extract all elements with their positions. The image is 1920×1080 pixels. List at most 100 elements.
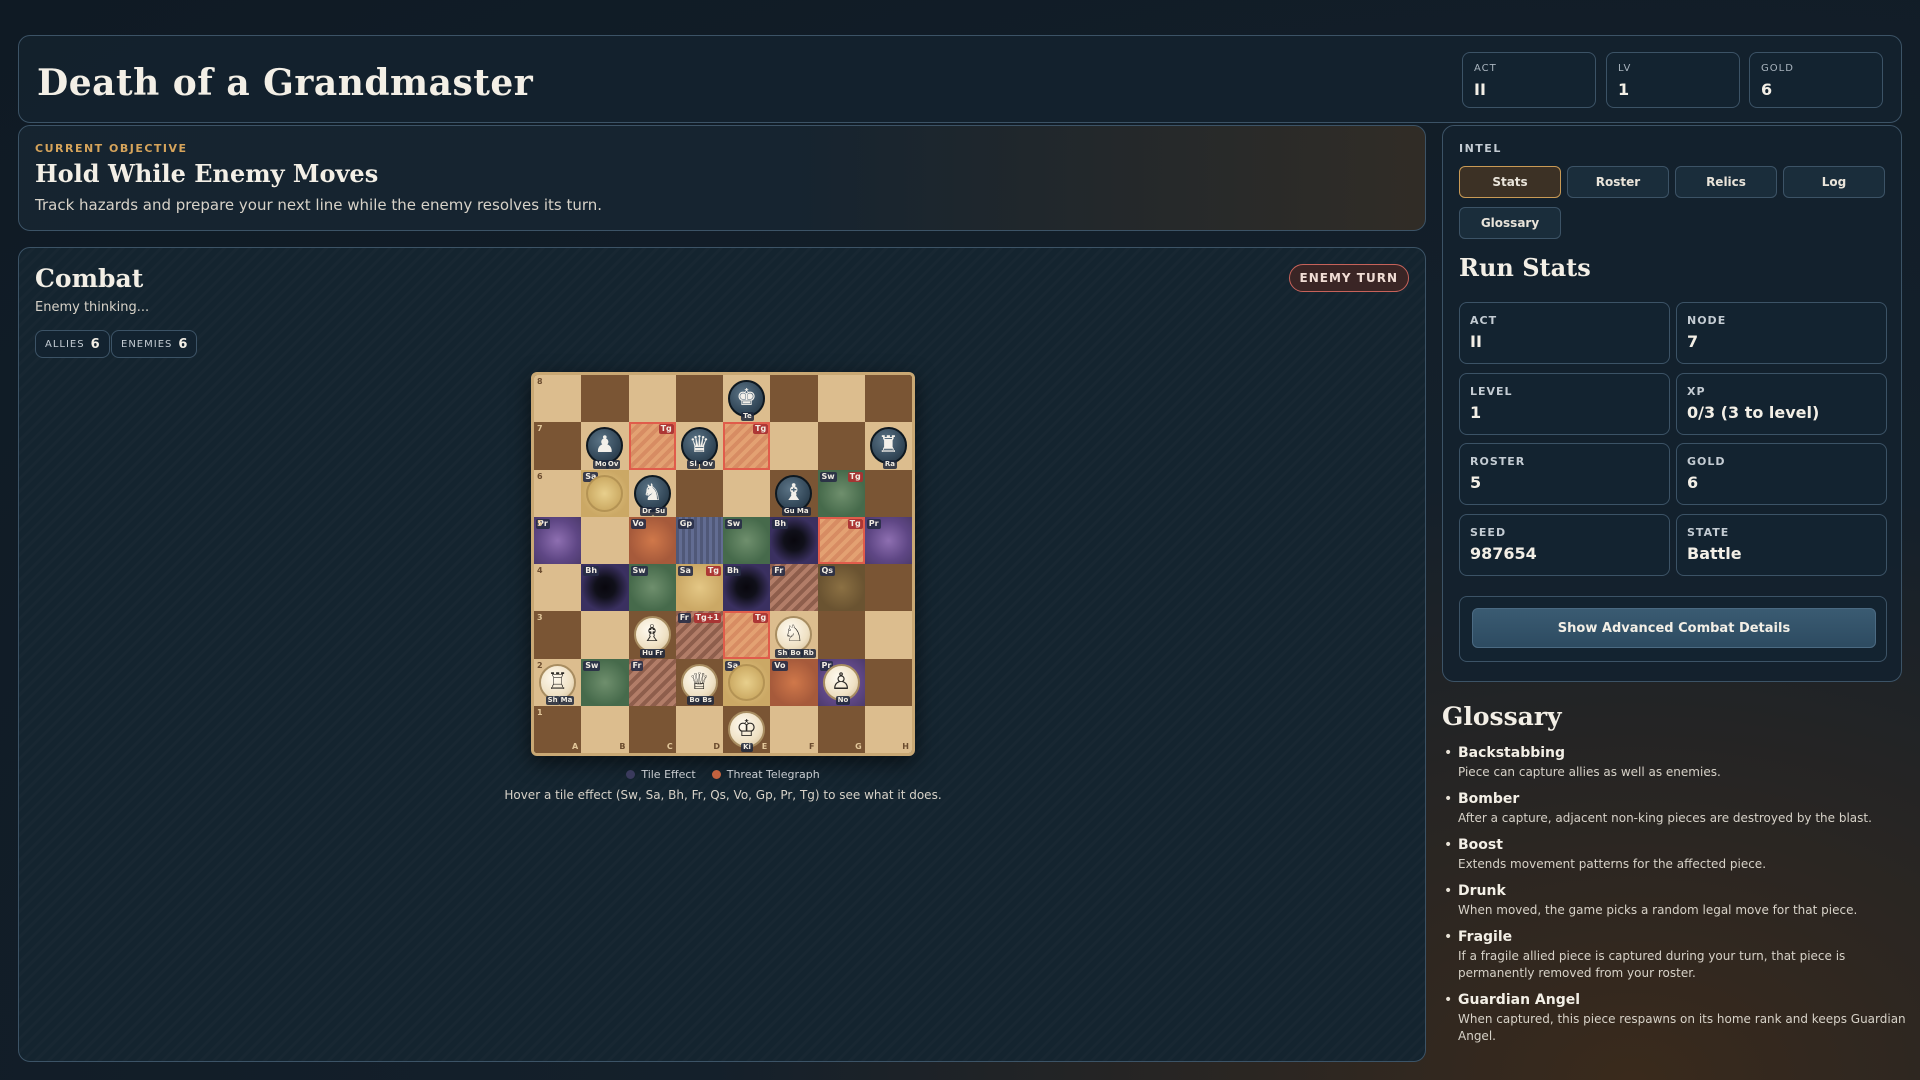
board-square-d1[interactable]: D xyxy=(675,705,723,753)
enemy-piece-b7[interactable]: ♟ xyxy=(586,427,624,465)
board-square-g2[interactable]: Pr ♙ No xyxy=(817,658,865,706)
board-square-e5[interactable]: Sw xyxy=(723,516,771,564)
board-square-d5[interactable]: Gp xyxy=(675,516,723,564)
board-square-g5[interactable]: Tg xyxy=(817,516,865,564)
board-square-g3[interactable] xyxy=(817,611,865,659)
board-square-b3[interactable] xyxy=(581,611,629,659)
board-square-c7[interactable]: Tg xyxy=(628,422,676,470)
board-square-d3[interactable]: Fr Tg+1 xyxy=(675,611,723,659)
ally-piece-f3[interactable]: ♘ xyxy=(775,616,813,654)
piece-modifier-badge: Rb xyxy=(801,648,816,658)
board-square-f7[interactable] xyxy=(770,422,818,470)
enemy-piece-d7[interactable]: ♛ xyxy=(680,427,718,465)
board-square-a8[interactable]: 8 xyxy=(534,375,582,423)
board-square-d6[interactable] xyxy=(675,469,723,517)
board-square-d7[interactable]: ♛ Sl Ov xyxy=(675,422,723,470)
board-square-b5[interactable] xyxy=(581,516,629,564)
board-square-a6[interactable]: 6 xyxy=(534,469,582,517)
tile-effect-dot xyxy=(626,770,636,779)
board-square-c5[interactable]: Vo xyxy=(628,516,676,564)
board-square-c3[interactable]: ♗ Hu Fr xyxy=(628,611,676,659)
board-square-g7[interactable] xyxy=(817,422,865,470)
board-square-a4[interactable]: 4 xyxy=(534,564,582,612)
enemy-piece-c6[interactable]: ♞ xyxy=(633,474,671,512)
header-stat-gold: GOLD 6 xyxy=(1749,52,1883,108)
board-square-h7[interactable]: ♜ Ra xyxy=(864,422,912,470)
tab-glossary[interactable]: Glossary xyxy=(1459,207,1561,239)
ally-piece-g2[interactable]: ♙ xyxy=(822,663,860,701)
board-square-c4[interactable]: Sw xyxy=(628,564,676,612)
tab-log[interactable]: Log xyxy=(1783,166,1885,198)
board-square-b8[interactable] xyxy=(581,375,629,423)
board-square-e6[interactable] xyxy=(723,469,771,517)
enemy-piece-f6[interactable]: ♝ xyxy=(775,474,813,512)
board-square-c6[interactable]: ♞ Dr Su xyxy=(628,469,676,517)
glossary-definition: After a capture, adjacent non-king piece… xyxy=(1458,811,1872,825)
board-square-f4[interactable]: Fr xyxy=(770,564,818,612)
board-square-h5[interactable]: Pr xyxy=(864,516,912,564)
board-square-a1[interactable]: 1A xyxy=(534,705,582,753)
board-square-f5[interactable]: Bh xyxy=(770,516,818,564)
rank-label: 8 xyxy=(537,377,543,386)
board-square-a5[interactable]: Pr 5 xyxy=(534,516,582,564)
show-advanced-details-button[interactable]: Show Advanced Combat Details xyxy=(1472,608,1876,648)
glossary-item: Boost Extends movement patterns for the … xyxy=(1442,837,1912,873)
stat-value: 1 xyxy=(1470,403,1482,422)
board-square-h6[interactable] xyxy=(864,469,912,517)
board-square-d4[interactable]: Sa Tg xyxy=(675,564,723,612)
board-square-e4[interactable]: Bh xyxy=(723,564,771,612)
board-square-f1[interactable]: F xyxy=(770,705,818,753)
board-square-e7[interactable]: Tg xyxy=(723,422,771,470)
board-square-f6[interactable]: ♝ Gu Ma xyxy=(770,469,818,517)
board-square-b6[interactable]: Sa xyxy=(581,469,629,517)
board-square-b4[interactable]: Bh xyxy=(581,564,629,612)
board-square-h1[interactable]: H xyxy=(864,705,912,753)
piece-modifier-badge: Ra xyxy=(882,459,897,469)
board-square-f2[interactable]: Vo xyxy=(770,658,818,706)
board-square-f8[interactable] xyxy=(770,375,818,423)
board-square-g8[interactable] xyxy=(817,375,865,423)
piece-modifier-badge: Ma xyxy=(794,506,811,516)
board-square-d2[interactable]: ♕ Bo Bs xyxy=(675,658,723,706)
threat-badge: Tg xyxy=(658,424,674,435)
board-square-g4[interactable]: Qs xyxy=(817,564,865,612)
board-square-h4[interactable] xyxy=(864,564,912,612)
tile-effect-badge: Bh xyxy=(583,566,600,576)
tab-relics[interactable]: Relics xyxy=(1675,166,1777,198)
board-square-f3[interactable]: ♘ Sh Bo Rb xyxy=(770,611,818,659)
board-square-h3[interactable] xyxy=(864,611,912,659)
board-square-h2[interactable] xyxy=(864,658,912,706)
board-square-e1[interactable]: E ♔ Ki xyxy=(723,705,771,753)
board-square-g1[interactable]: G xyxy=(817,705,865,753)
tab-roster[interactable]: Roster xyxy=(1567,166,1669,198)
enemy-piece-h7[interactable]: ♜ xyxy=(869,427,907,465)
ally-piece-d2[interactable]: ♕ xyxy=(680,663,718,701)
tile-effect-badge: Vo xyxy=(772,660,788,671)
board-square-e2[interactable]: Sa xyxy=(723,658,771,706)
board-square-d8[interactable] xyxy=(675,375,723,423)
board-square-c8[interactable] xyxy=(628,375,676,423)
ally-piece-a2[interactable]: ♖ xyxy=(539,663,576,701)
board-square-c1[interactable]: C xyxy=(628,705,676,753)
file-label: F xyxy=(809,742,815,751)
board-square-a7[interactable]: 7 xyxy=(534,422,582,470)
glossary-definition: When moved, the game picks a random lega… xyxy=(1458,903,1858,917)
board-square-g6[interactable]: Sw Tg xyxy=(817,469,865,517)
enemies-label: ENEMIES xyxy=(121,338,173,350)
board-square-a2[interactable]: 2 ♖ Sh Ma xyxy=(534,658,582,706)
piece-modifier-badge: No xyxy=(835,695,851,705)
ally-piece-c3[interactable]: ♗ xyxy=(633,616,671,654)
enemies-count: 6 xyxy=(178,336,188,352)
board-square-e8[interactable]: ♚ Te xyxy=(723,375,771,423)
board-square-b2[interactable]: Sw xyxy=(581,658,629,706)
board-square-b1[interactable]: B xyxy=(581,705,629,753)
board-square-b7[interactable]: ♟ Mo Ov xyxy=(581,422,629,470)
stat-card-gold: GOLD 6 xyxy=(1676,443,1887,505)
legend-tile-effect: Tile Effect xyxy=(626,768,696,781)
board-square-h8[interactable] xyxy=(864,375,912,423)
tab-stats[interactable]: Stats xyxy=(1459,166,1561,198)
board-square-e3[interactable]: Tg xyxy=(723,611,771,659)
board-square-c2[interactable]: Fr xyxy=(628,658,676,706)
board-square-a3[interactable]: 3 xyxy=(534,611,582,659)
chess-board[interactable]: 8 ♚ Te 7 ♟ Mo Ov Tg ♛ Sl Ov Tg ♜ Ra 6 Sa ♞ Dr Su ♝ Gu Ma Sw Tg P… xyxy=(531,372,915,756)
